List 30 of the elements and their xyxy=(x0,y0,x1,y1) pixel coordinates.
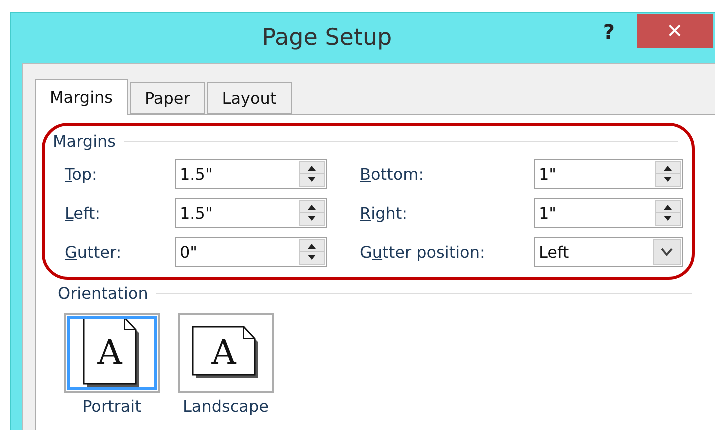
chevron-icon xyxy=(653,239,681,265)
field-label: Left: xyxy=(65,204,102,222)
field-label: Gutter position: xyxy=(360,242,486,262)
window-title: Page Setup xyxy=(261,25,394,51)
spin-buttons[interactable] xyxy=(299,239,325,265)
spin-field[interactable]: 1.5" xyxy=(175,159,327,189)
help-button[interactable]: ? xyxy=(603,20,615,44)
field-label: Gutter: xyxy=(65,242,123,262)
close-button[interactable]: ✕ xyxy=(637,14,713,48)
tab[interactable]: Margins xyxy=(35,79,128,115)
group-title: Margins xyxy=(53,132,116,151)
spin-field[interactable]: 1.5" xyxy=(175,198,327,228)
spin-buttons[interactable] xyxy=(655,161,681,187)
spin-buttons[interactable] xyxy=(299,200,325,226)
field-label: Top: xyxy=(65,164,98,184)
spin-field[interactable]: 0" xyxy=(175,237,327,267)
spin-buttons[interactable] xyxy=(299,161,325,187)
field-label: Right: xyxy=(360,204,409,222)
option-label: Landscape xyxy=(183,397,269,416)
tab[interactable]: Paper xyxy=(130,82,206,114)
orientation-option[interactable]: A xyxy=(64,313,160,393)
tab[interactable]: Layout xyxy=(207,82,292,114)
spin-field[interactable]: 1" xyxy=(534,159,683,189)
orientation-option[interactable]: A xyxy=(178,313,274,393)
field-label: Bottom: xyxy=(360,164,426,184)
dropdown[interactable]: Left xyxy=(534,237,683,267)
group-title: Orientation xyxy=(58,284,148,303)
spin-field[interactable]: 1" xyxy=(534,198,683,228)
spin-buttons[interactable] xyxy=(655,200,681,226)
option-label: Portrait xyxy=(82,397,142,416)
